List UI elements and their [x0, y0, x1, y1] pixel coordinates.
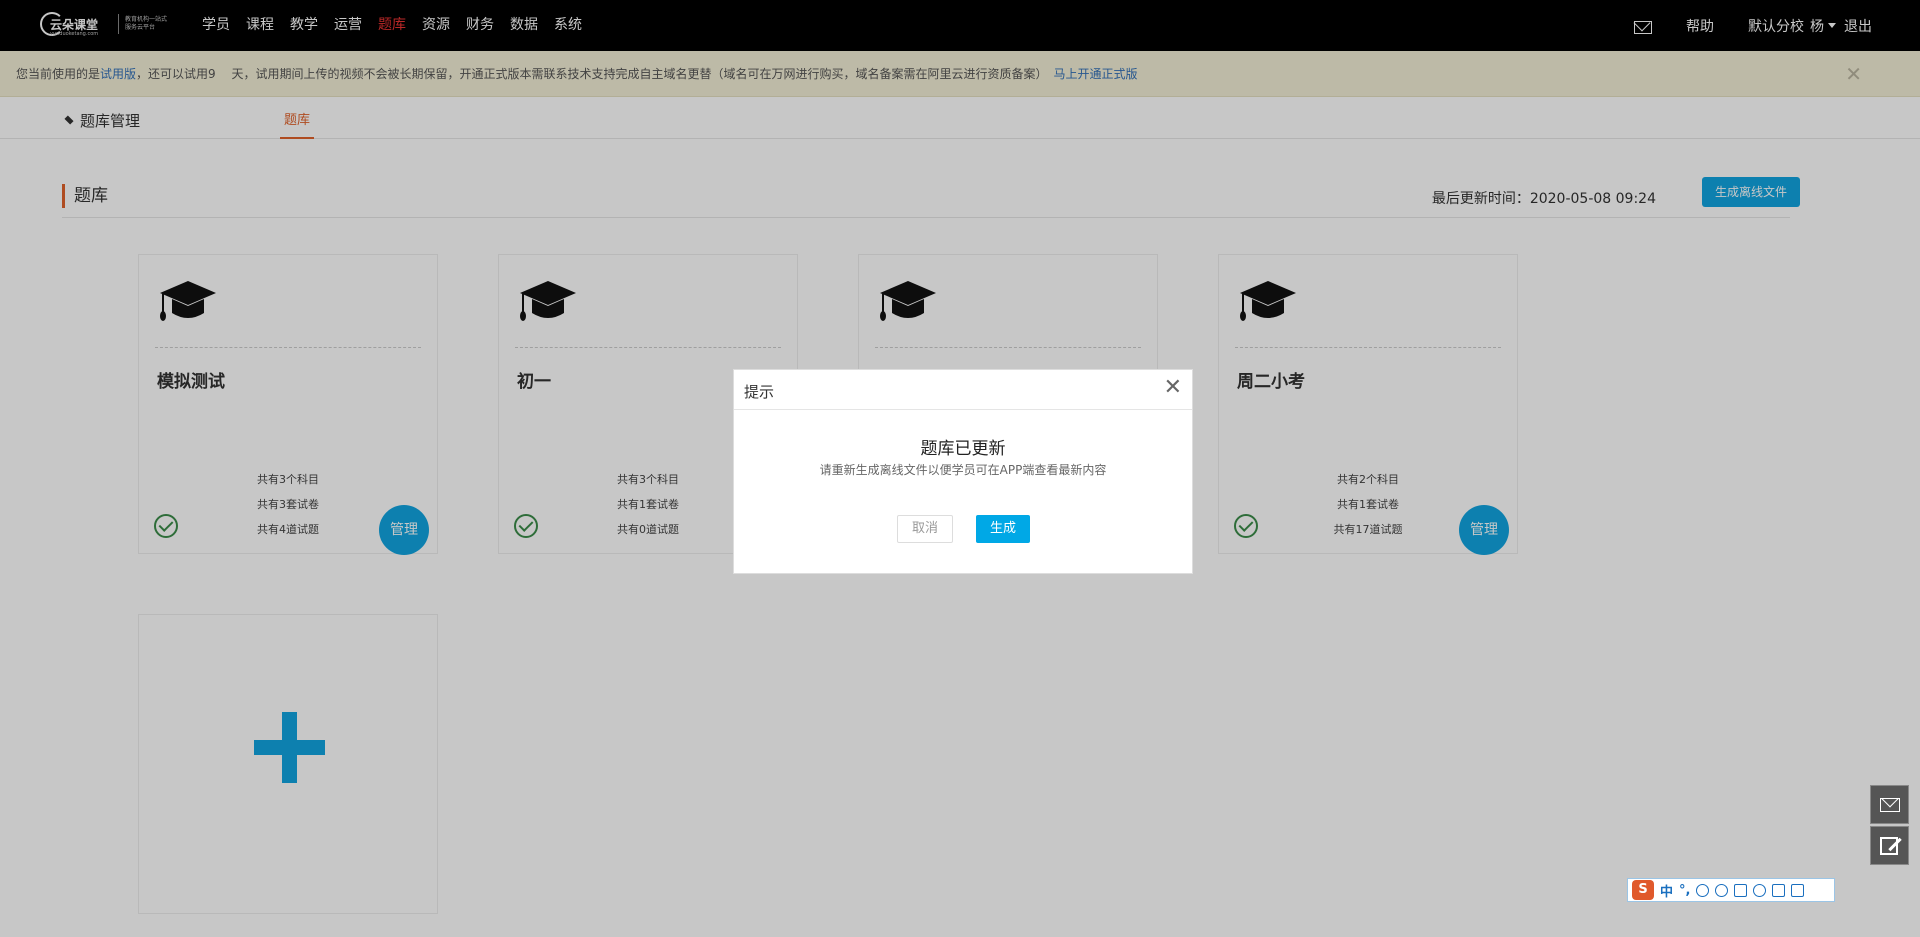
keyboard-icon[interactable]: [1734, 883, 1748, 897]
cancel-button[interactable]: 取消: [897, 515, 953, 543]
microphone-icon[interactable]: [1715, 883, 1729, 897]
dialog-message: 请重新生成离线文件以便学员可在APP端查看最新内容: [819, 463, 1107, 477]
skin-icon[interactable]: [1772, 883, 1786, 897]
envelope-icon: [1880, 798, 1900, 812]
ime-lang-toggle[interactable]: 中: [1660, 881, 1673, 900]
sogou-logo-icon[interactable]: S: [1632, 880, 1654, 900]
update-dialog: 提示 ✕ 题库已更新 请重新生成离线文件以便学员可在APP端查看最新内容 取消 …: [733, 369, 1193, 574]
emoji-icon[interactable]: [1696, 883, 1710, 897]
generate-button[interactable]: 生成: [976, 515, 1030, 543]
float-mail-button[interactable]: [1870, 785, 1909, 824]
close-icon[interactable]: ✕: [1164, 376, 1182, 400]
toolbox-icon[interactable]: [1791, 883, 1805, 897]
ime-punct-toggle[interactable]: °,: [1679, 883, 1690, 898]
user-icon[interactable]: [1753, 883, 1767, 897]
dialog-header: 提示 ✕: [734, 370, 1192, 410]
ime-toolbar[interactable]: S 中 °,: [1627, 878, 1835, 902]
float-feedback-button[interactable]: [1870, 826, 1909, 865]
dialog-heading: 题库已更新: [920, 439, 1006, 459]
dialog-title: 提示: [744, 383, 775, 401]
